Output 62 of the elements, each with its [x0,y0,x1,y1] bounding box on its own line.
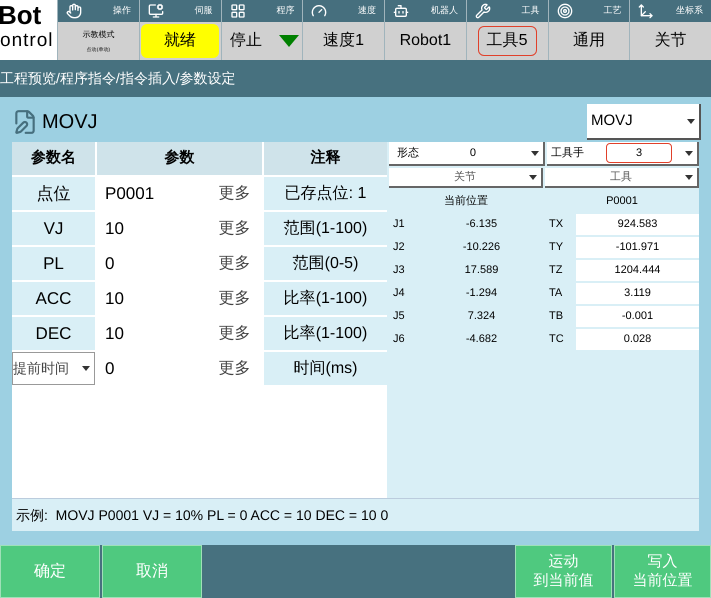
header-tab[interactable]: 操作 [58,0,139,22]
caret-icon [531,150,539,156]
status-value: 通用 [572,30,606,51]
status-value: 示教模式 [81,30,116,40]
status-value: Robot1 [398,31,452,51]
column-header: 注释 [264,142,387,175]
parameter-name: 点位 [12,177,95,210]
header-tab[interactable]: 机器人 [385,0,466,22]
column-header: 参数名 [12,142,95,175]
parameter-name: ACC [12,282,95,315]
parameter-name: DEC [12,317,95,350]
axis-value: 3.119 [576,283,699,304]
tool-hand-select[interactable]: 3 [606,143,672,163]
status-value: 关节 [654,30,688,51]
header-tab[interactable]: 伺服 [140,0,220,22]
header-tab[interactable]: 工具 [466,0,548,22]
header-tab[interactable]: 工艺 [548,0,630,22]
form-select[interactable]: 形态 0 [389,142,545,166]
page-title: MOVJ [42,110,98,135]
parameter-name: PL [12,247,95,280]
header-tab[interactable]: 程序 [222,0,302,22]
parameter-select[interactable]: 提前时间 [12,352,95,385]
header-tab[interactable]: 坐标系 [630,0,711,22]
caret-icon [685,150,693,156]
status-value: 就绪 [141,24,220,58]
robot-icon [393,3,409,19]
caret-icon [687,118,695,124]
caret-icon [82,366,90,371]
axis-value: -0.001 [576,306,699,327]
caret-icon [685,174,693,180]
hand-icon [66,3,82,19]
parameter-note: 时间(ms) [264,352,387,385]
header-tab[interactable]: 速度 [303,0,384,22]
example-text: 示例: MOVJ P0001 VJ = 10% PL = 0 ACC = 10 DEC = 10 0 [16,506,388,524]
axis-value: 0.028 [576,329,699,350]
parameter-note: 范围(1-100) [264,212,387,245]
wrench-icon [474,3,491,19]
logo: Bot ontrol [0,0,55,53]
parameter-note: 比率(1-100) [264,282,387,315]
command-select[interactable]: MOVJ [587,104,701,140]
grid-icon [230,3,246,19]
axis-value: 1204.444 [576,260,699,281]
parameter-name: VJ [12,212,95,245]
column-header: 参数 [97,142,262,175]
caret-icon [529,174,537,180]
coordinate-select[interactable]: 工具 [545,168,699,188]
gauge-icon [311,3,328,19]
monitor-icon [148,3,164,19]
axis-value: 924.583 [576,214,699,235]
parameter-note: 范围(0-5) [264,247,387,280]
breadcrumb: 工程预览/程序指令/指令插入/参数设定 [0,69,236,88]
status-value: 停止 [228,30,263,51]
axes-icon [638,3,654,19]
edit-document-icon [12,109,38,135]
coordinate-select[interactable]: 关节 [389,168,543,188]
status-value: 工具5 [478,26,537,56]
parameter-note: 已存点位: 1 [264,177,387,210]
status-value: 速度1 [322,30,366,51]
target-icon [556,3,572,19]
tool-hand-label: 工具手 [551,146,584,161]
axis-value: -101.971 [576,237,699,258]
parameter-note: 比率(1-100) [264,317,387,350]
